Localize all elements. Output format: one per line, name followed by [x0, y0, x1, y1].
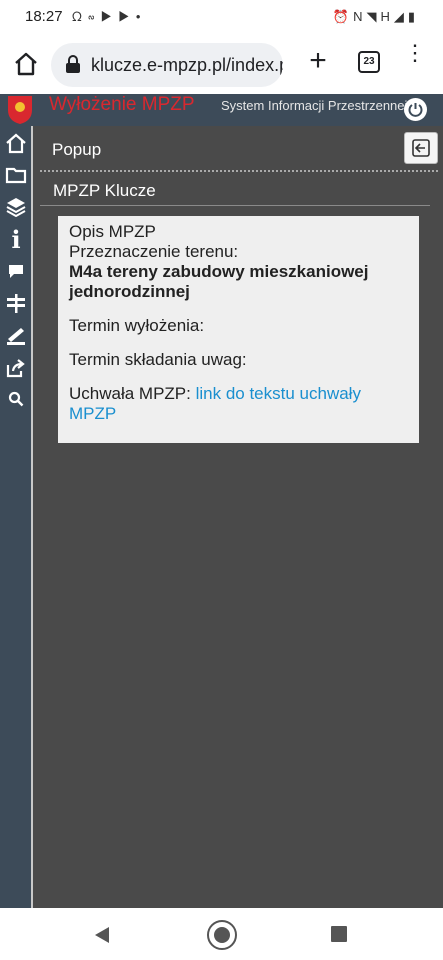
info-icon: i — [11, 224, 21, 254]
plus-icon: + — [309, 44, 327, 77]
new-tab-button[interactable]: + — [303, 44, 333, 77]
sidebar-item-signpost[interactable] — [3, 290, 29, 316]
dot-icon: • — [135, 9, 147, 24]
sidebar-item-info[interactable]: i — [3, 224, 29, 254]
status-time: 18:27 — [25, 8, 63, 25]
comment-icon — [9, 265, 23, 278]
home-icon — [15, 52, 37, 76]
resolution-row: Uchwała MPZP: link do tekstu uchwały MPZ… — [69, 384, 409, 424]
arrow-left-box-icon — [412, 139, 430, 157]
status-system-icons: ⏰N◥H◢▮ — [333, 9, 419, 25]
browser-menu-button[interactable]: ⋮ — [404, 42, 426, 78]
popup-title: Popup — [52, 140, 102, 159]
popup-header: Popup — [40, 130, 438, 172]
comments-date-label: Termin składania uwag: — [69, 350, 247, 369]
exhibition-date-label: Termin wyłożenia: — [69, 316, 205, 335]
mpzp-info-card: Opis MPZP Przeznaczenie terenu: M4a tere… — [58, 216, 419, 443]
logout-button[interactable] — [404, 98, 427, 121]
browser-toolbar: klucze.e-mpzp.pl/index.p + 23 ⋮ — [0, 34, 443, 94]
app-header: Wyłożenie MPZP System Informacji Przestr… — [0, 94, 443, 126]
section-title: MPZP Klucze — [40, 176, 430, 206]
sidebar-item-comment[interactable] — [3, 258, 29, 284]
card-heading: Opis MPZP — [69, 222, 156, 241]
folder-icon — [5, 167, 27, 184]
power-icon — [408, 103, 423, 117]
more-vertical-icon: ⋮ — [404, 40, 426, 65]
layers-icon — [6, 198, 26, 217]
youtube-icon: ▶ — [118, 9, 136, 24]
status-notification-icons: ᘯ∾▶▶• — [72, 9, 146, 25]
app-title: Wyłożenie MPZP — [49, 94, 195, 115]
ruler-icon — [7, 328, 25, 345]
signal-icon: ◢ — [393, 9, 408, 24]
nav-back-button[interactable] — [93, 926, 111, 944]
tab-switcher-button[interactable]: 23 — [358, 51, 380, 73]
browser-home-button[interactable] — [12, 50, 40, 78]
purpose-value: M4a tereny zabudowy mieszkaniowej jednor… — [69, 262, 369, 301]
sidebar-item-layers[interactable] — [3, 193, 29, 219]
purpose-label: Przeznaczenie terenu: — [69, 242, 239, 261]
status-bar: 18:27 ᘯ∾▶▶• ⏰N◥H◢▮ — [0, 0, 443, 34]
coat-of-arms-icon — [8, 96, 32, 124]
sidebar-item-share[interactable] — [3, 355, 29, 381]
url-text: klucze.e-mpzp.pl/index.p — [91, 55, 283, 75]
search-icon — [8, 391, 24, 407]
link-icon: ∾ — [87, 9, 101, 24]
signpost-icon — [7, 294, 25, 313]
nav-recents-button[interactable] — [331, 926, 347, 942]
app-subtitle: System Informacji Przestrzennej — [221, 98, 408, 113]
url-bar[interactable]: klucze.e-mpzp.pl/index.p — [51, 43, 283, 87]
sidebar-item-search[interactable] — [3, 386, 29, 412]
battery-icon: ▮ — [407, 9, 419, 24]
wifi-icon: ◥ — [366, 9, 381, 24]
youtube-icon: ▶ — [100, 9, 119, 24]
map-app: Wyłożenie MPZP System Informacji Przestr… — [0, 94, 443, 908]
home-icon — [6, 133, 26, 154]
sidebar-item-home[interactable] — [3, 130, 29, 156]
navigation-bar — [0, 908, 443, 960]
sidebar: i — [0, 126, 33, 908]
section-title-text: MPZP Klucze — [53, 181, 156, 200]
network-type: H — [380, 9, 394, 24]
alarm-icon: ⏰ — [332, 9, 354, 24]
sidebar-item-measure[interactable] — [3, 323, 29, 349]
wind-icon: ᘯ — [72, 9, 88, 24]
share-icon — [6, 359, 25, 378]
popup-back-button[interactable] — [404, 132, 438, 164]
sidebar-item-folder[interactable] — [3, 162, 29, 188]
lock-icon — [66, 55, 80, 73]
nfc-icon: N — [353, 9, 367, 24]
nav-home-button[interactable] — [207, 920, 237, 950]
resolution-label: Uchwała MPZP: — [69, 384, 196, 403]
